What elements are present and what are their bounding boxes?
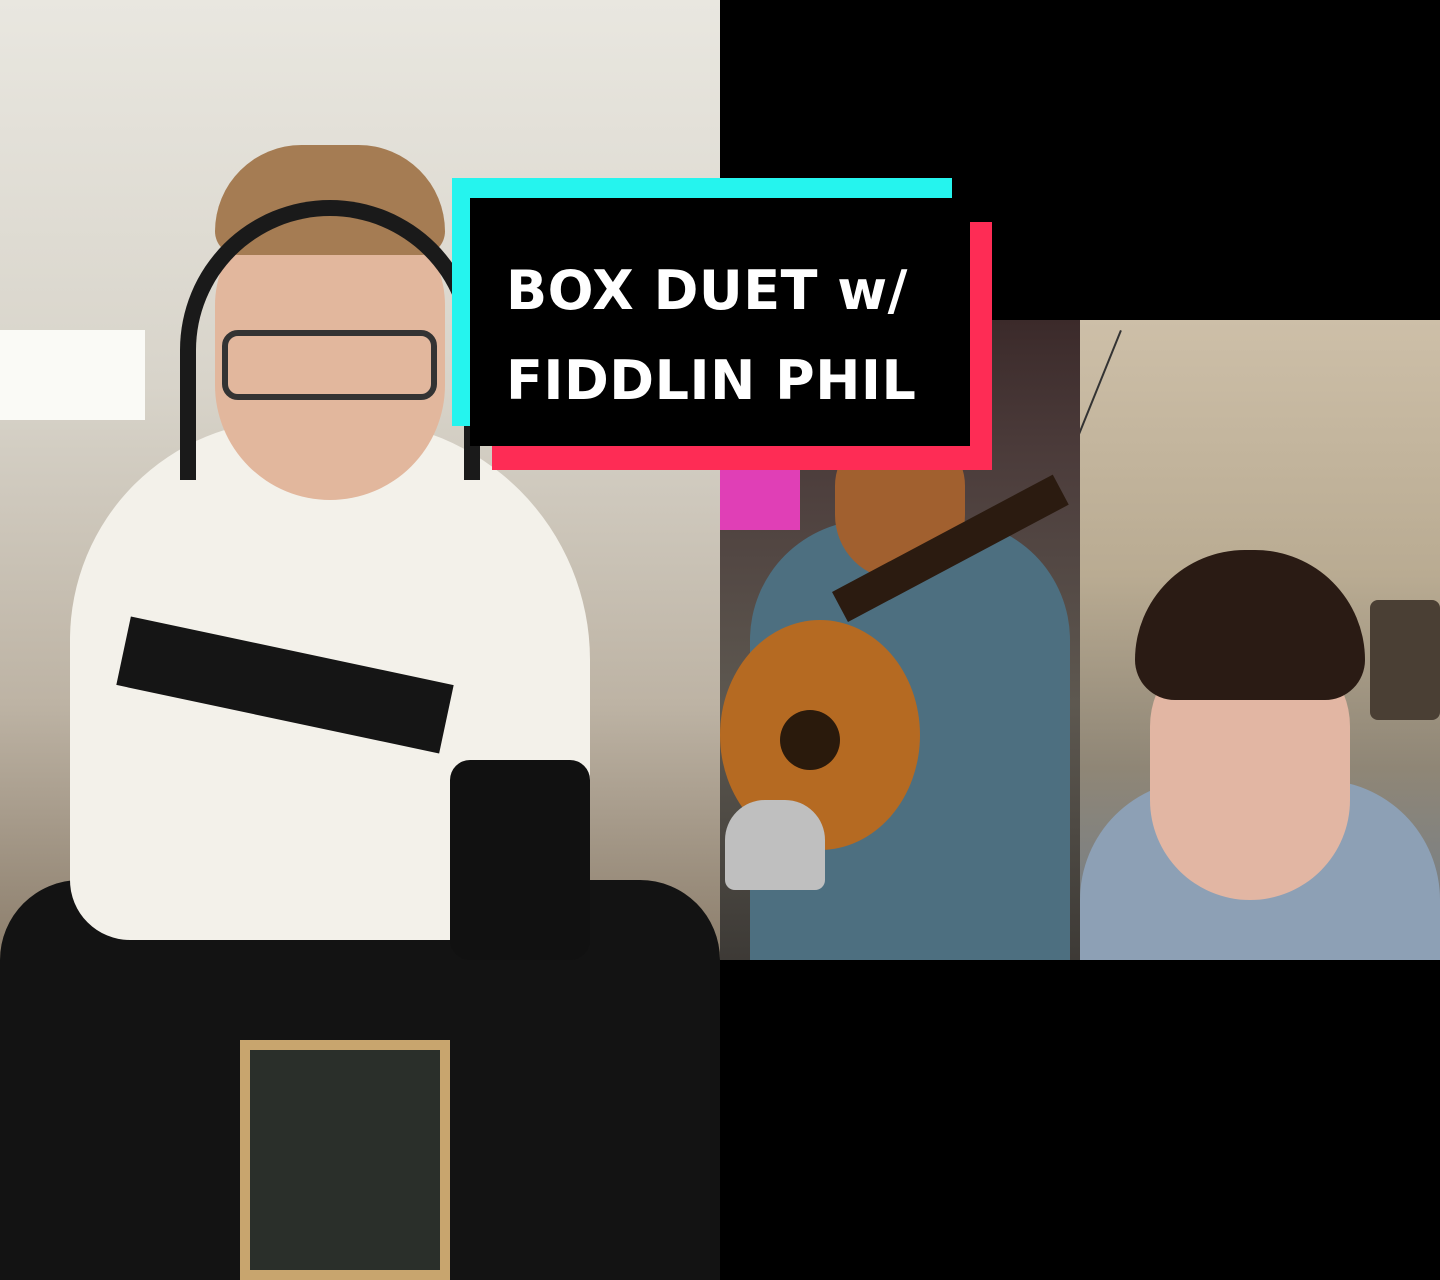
pink-decor <box>720 470 800 530</box>
title-text: BOX DUET w/ FIDDLIN PHIL <box>506 246 966 426</box>
ceiling-light <box>0 330 145 420</box>
title-line-2: FIDDLIN PHIL <box>506 349 917 412</box>
guitar-sound-hole <box>780 710 840 770</box>
ceiling-fan <box>1370 600 1440 720</box>
title-line-1: BOX DUET w/ <box>506 259 908 322</box>
headphones-icon <box>180 200 480 480</box>
microphone-icon <box>725 800 825 890</box>
right-video-singer <box>1080 320 1440 960</box>
cajon-drum <box>240 1040 450 1280</box>
hoodie-sleeve <box>450 760 590 960</box>
title-card: BOX DUET w/ FIDDLIN PHIL <box>452 178 998 470</box>
